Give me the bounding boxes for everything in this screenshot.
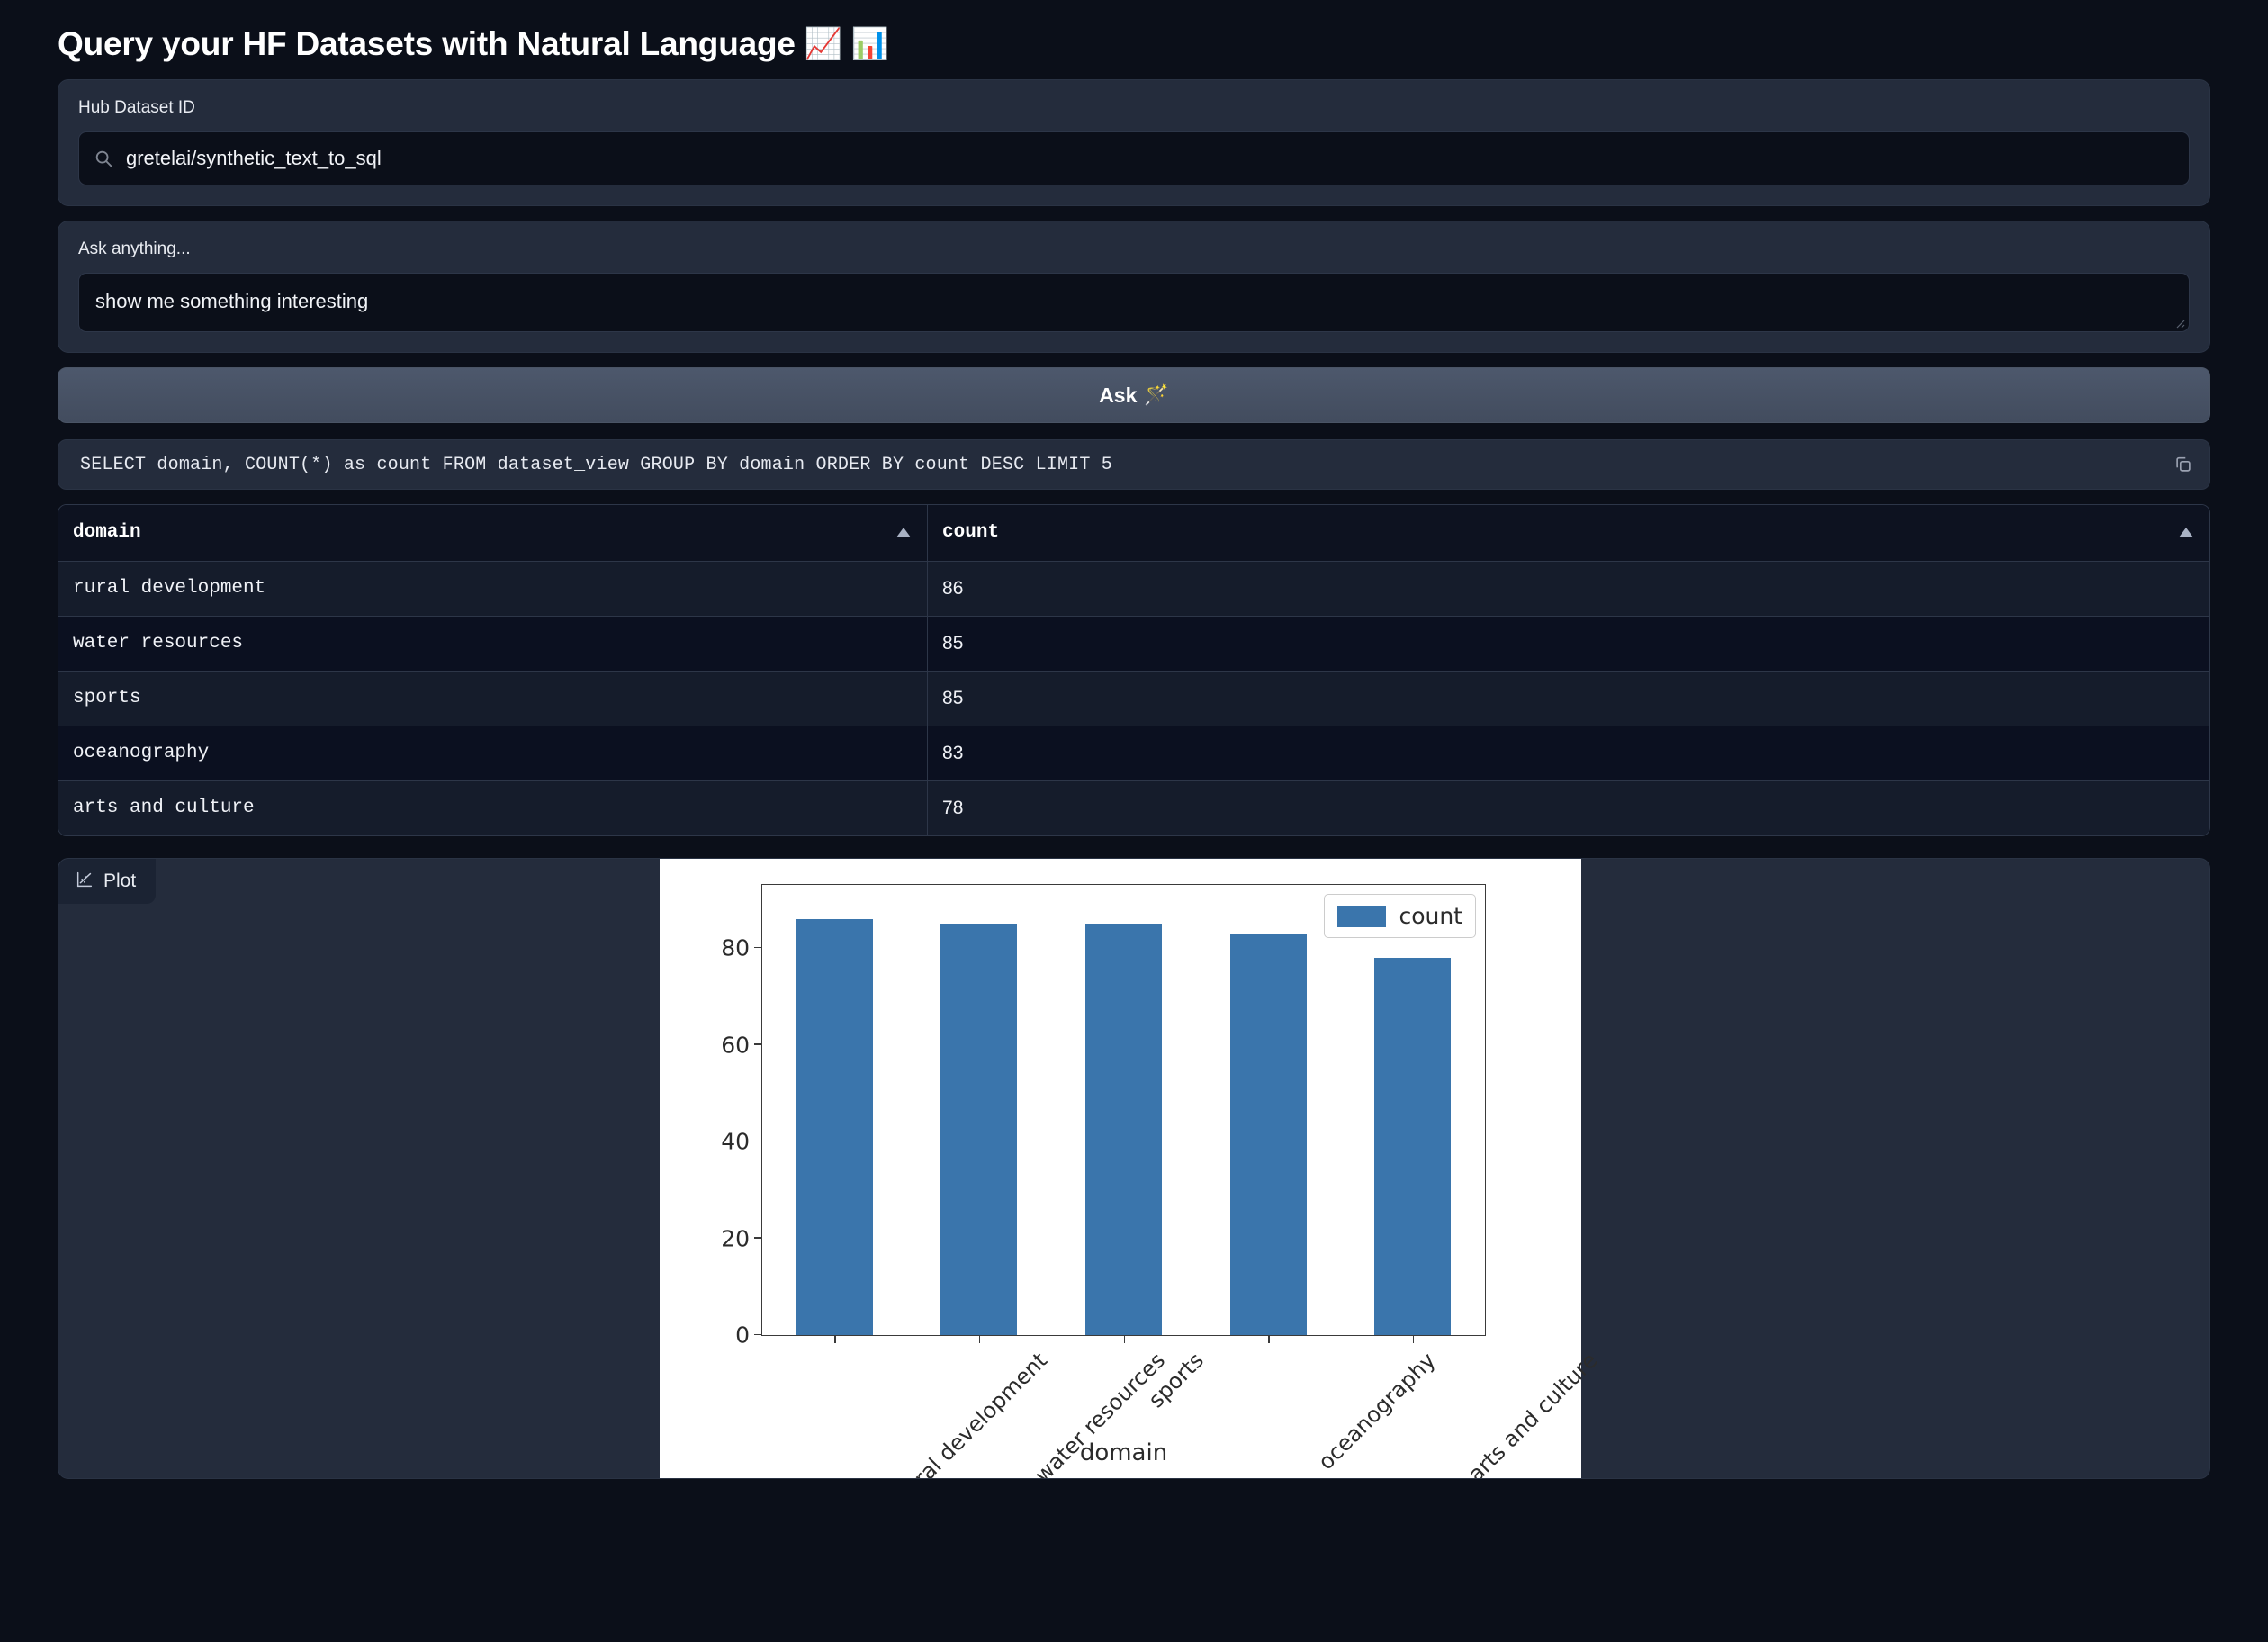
sort-ascending-icon[interactable] — [896, 528, 912, 538]
tab-plot[interactable]: Plot — [58, 859, 157, 904]
dataset-id-input[interactable] — [124, 132, 2174, 185]
plot-panel: Plot 0 20 40 60 80 rural development wat… — [58, 858, 2210, 1479]
bar — [940, 924, 1018, 1335]
table-row[interactable]: oceanography 83 — [58, 726, 2210, 781]
bar-series-count — [762, 885, 1485, 1335]
query-textarea[interactable]: show me something interesting — [79, 274, 2189, 331]
bar — [1229, 933, 1307, 1335]
bar — [1374, 957, 1452, 1335]
chart-legend: count — [1324, 894, 1476, 938]
dataset-id-panel: Hub Dataset ID — [58, 79, 2210, 206]
dataset-id-label: Hub Dataset ID — [78, 98, 195, 117]
copy-icon[interactable] — [2170, 451, 2197, 478]
table-header-count[interactable]: count — [927, 505, 2210, 562]
matplotlib-figure: 0 20 40 60 80 rural development water re… — [660, 859, 1602, 1478]
y-tick-label: 0 — [735, 1322, 750, 1349]
sql-query-bar: SELECT domain, COUNT(*) as count FROM da… — [58, 439, 2210, 490]
cell-domain: water resources — [58, 616, 929, 672]
bar — [796, 918, 873, 1335]
table-header-row: domain count — [58, 505, 2210, 562]
search-icon — [94, 149, 113, 168]
cell-count: 85 — [927, 616, 2210, 672]
cell-count: 78 — [927, 780, 2210, 835]
chart-axes: 0 20 40 60 80 rural development water re… — [721, 884, 1602, 1478]
table-header-count-label: count — [942, 522, 1000, 544]
table-row[interactable]: water resources 85 — [58, 616, 2210, 672]
sql-query-text: SELECT domain, COUNT(*) as count FROM da… — [80, 454, 1112, 475]
cell-count: 83 — [927, 726, 2210, 781]
ask-button[interactable]: Ask 🪄 — [58, 367, 2210, 423]
sort-ascending-icon[interactable] — [2179, 528, 2193, 538]
chart-increasing-icon: 📈 — [804, 27, 842, 61]
results-table: domain count rural development 86 water … — [58, 505, 2210, 835]
y-tick-label: 80 — [721, 934, 750, 961]
plot-icon — [75, 870, 94, 894]
table-header-domain[interactable]: domain — [58, 505, 929, 562]
page-title: Query your HF Datasets with Natural Lang… — [58, 0, 2210, 79]
dataset-id-input-wrapper[interactable] — [78, 131, 2190, 185]
cell-domain: oceanography — [58, 726, 929, 781]
tab-plot-label: Plot — [104, 871, 137, 891]
cell-count: 85 — [927, 671, 2210, 726]
cell-domain: rural development — [58, 561, 929, 617]
page-title-text: Query your HF Datasets with Natural Lang… — [58, 25, 796, 62]
magic-wand-icon: 🪄 — [1144, 383, 1169, 406]
table-row[interactable]: sports 85 — [58, 671, 2210, 726]
table-row[interactable]: arts and culture 78 — [58, 780, 2210, 835]
bar — [1084, 924, 1163, 1335]
y-tick-label: 40 — [721, 1128, 750, 1155]
cell-domain: sports — [58, 671, 929, 726]
ask-button-label: Ask — [1099, 383, 1138, 407]
legend-label-count: count — [1399, 903, 1462, 929]
query-label: Ask anything... — [78, 239, 191, 258]
resize-handle-icon[interactable] — [2174, 317, 2185, 329]
y-tick-label: 20 — [721, 1225, 750, 1251]
x-axis-label: domain — [1079, 1439, 1168, 1466]
table-header-domain-label: domain — [73, 522, 141, 544]
y-tick-label: 60 — [721, 1032, 750, 1058]
results-table-card: domain count rural development 86 water … — [58, 504, 2210, 836]
cell-domain: arts and culture — [58, 780, 929, 835]
legend-swatch-count — [1337, 905, 1387, 927]
app-root: Query your HF Datasets with Natural Lang… — [0, 0, 2268, 1642]
query-panel: Ask anything... show me something intere… — [58, 221, 2210, 353]
query-textarea-wrapper[interactable]: show me something interesting — [78, 273, 2190, 332]
table-row[interactable]: rural development 86 — [58, 561, 2210, 617]
plot-canvas: 0 20 40 60 80 rural development water re… — [660, 859, 1602, 1478]
bar-chart-icon: 📊 — [850, 27, 890, 61]
cell-count: 86 — [927, 561, 2210, 617]
